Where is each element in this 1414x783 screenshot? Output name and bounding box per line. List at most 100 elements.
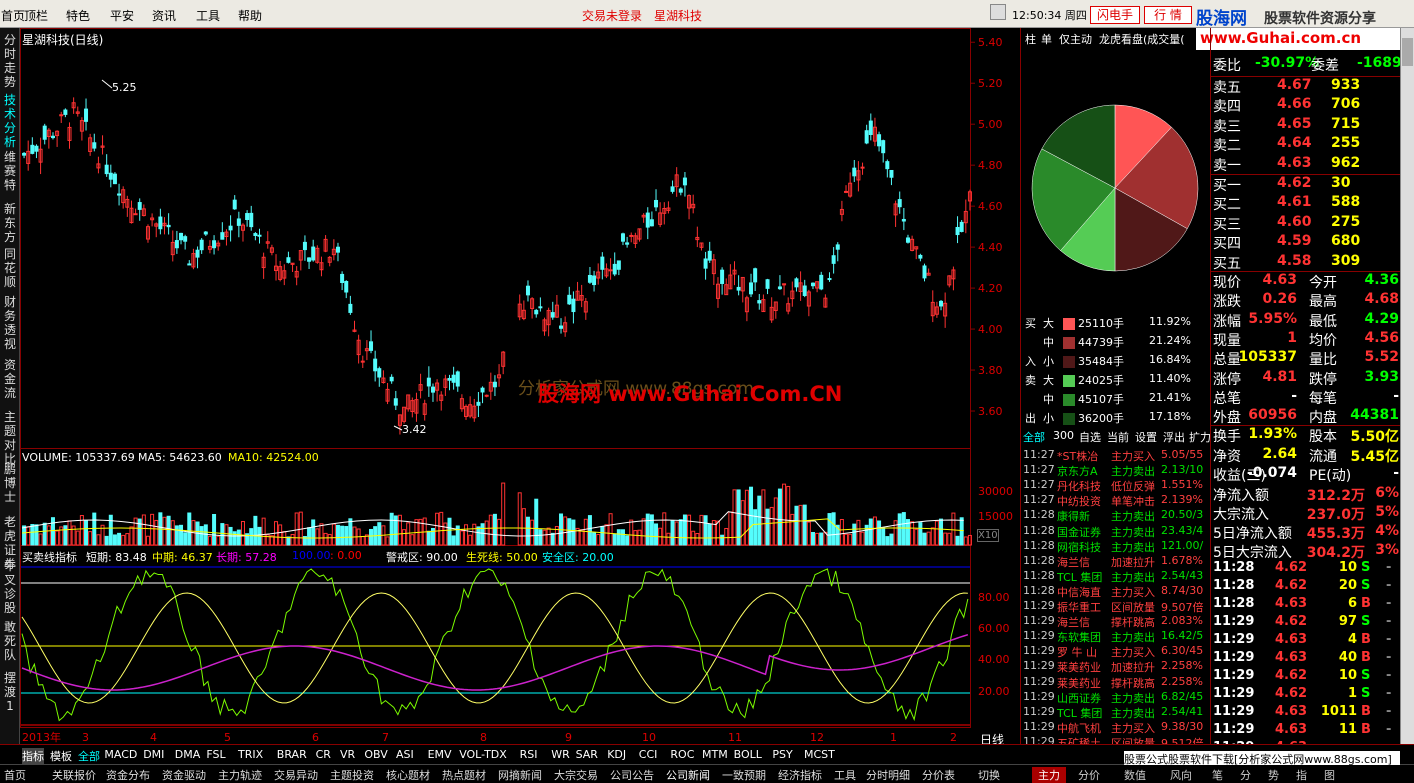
right-tab-1[interactable]: 分价: [1078, 767, 1100, 783]
right-tab-6[interactable]: 势: [1268, 767, 1279, 783]
left-tab-7[interactable]: 主题对比: [3, 410, 17, 466]
right-tab-2[interactable]: 数值: [1124, 767, 1146, 783]
bottom-tab-12[interactable]: 公司新闻: [666, 767, 710, 783]
left-tab-2[interactable]: 维赛特: [3, 150, 17, 192]
candle-body: [108, 172, 113, 180]
radar-tab-4[interactable]: 设置: [1135, 429, 1157, 445]
pie-tab-3[interactable]: 龙虎看盘(成交量(: [1099, 31, 1185, 47]
bottom-tab-11[interactable]: 公司公告: [610, 767, 654, 783]
bottom-tab-17[interactable]: 分价表: [922, 767, 955, 783]
indicator-tab-18[interactable]: KDJ: [607, 748, 626, 761]
indicator-tab-19[interactable]: CCI: [639, 748, 658, 761]
radar-stock: TCL 集团: [1057, 570, 1103, 584]
radar-tab-2[interactable]: 自选: [1079, 429, 1101, 445]
radar-tab-5[interactable]: 浮出: [1163, 429, 1185, 445]
indicator-tab-8[interactable]: BRAR: [277, 748, 307, 761]
menu-feature[interactable]: 特色: [66, 7, 90, 24]
indicator-tab-16[interactable]: WR: [551, 748, 570, 761]
bottom-tab-1[interactable]: 关联报价: [52, 767, 96, 783]
right-tab-0[interactable]: 主力: [1032, 767, 1066, 783]
indicator-tab-23[interactable]: PSY: [772, 748, 792, 761]
indicator-tab-5[interactable]: DMA: [175, 748, 201, 761]
left-tab-4[interactable]: 同花顺: [3, 247, 17, 289]
bottom-tab-15[interactable]: 工具: [834, 767, 856, 783]
bottom-tab-10[interactable]: 大宗交易: [554, 767, 598, 783]
right-tab-4[interactable]: 笔: [1212, 767, 1223, 783]
bottom-tab-6[interactable]: 主题投资: [330, 767, 374, 783]
left-tab-5[interactable]: 财务透视: [3, 295, 17, 351]
pie-tab-2[interactable]: 仅主动: [1059, 31, 1092, 47]
bottom-tab-3[interactable]: 资金驱动: [162, 767, 206, 783]
radar-tab-6[interactable]: 扩力: [1189, 429, 1211, 445]
indicator-tab-9[interactable]: CR: [316, 748, 331, 761]
right-tab-7[interactable]: 指: [1296, 767, 1307, 783]
pie-tab-0[interactable]: 柱: [1025, 31, 1036, 47]
bottom-tab-13[interactable]: 一致预期: [722, 767, 766, 783]
indicator-tab-24[interactable]: MCST: [804, 748, 835, 761]
menu-tools[interactable]: 工具: [196, 7, 220, 24]
menu-help[interactable]: 帮助: [238, 7, 262, 24]
indicator-tab-22[interactable]: BOLL: [734, 748, 762, 761]
indicator-tab-6[interactable]: FSL: [206, 748, 225, 761]
bottom-tab-14[interactable]: 经济指标: [778, 767, 822, 783]
indicator-tab-2[interactable]: 全部: [78, 748, 100, 764]
indicator-tab-12[interactable]: ASI: [396, 748, 414, 761]
indicator-tab-3[interactable]: MACD: [104, 748, 137, 761]
left-tab-12[interactable]: 摆渡1: [3, 671, 17, 713]
radar-stock: 京东方A: [1057, 465, 1098, 479]
flash-trade-button[interactable]: 闪电手: [1090, 6, 1140, 24]
quote-button[interactable]: 行 情: [1144, 6, 1192, 24]
radar-tab-3[interactable]: 当前: [1107, 429, 1129, 445]
indicator-tab-15[interactable]: RSI: [520, 748, 538, 761]
vertical-scrollbar[interactable]: [1400, 28, 1414, 744]
scroll-thumb[interactable]: [1402, 38, 1413, 66]
indicator-tab-14[interactable]: VOL-TDX: [459, 748, 507, 761]
radar-value: 2.54/43: [1161, 568, 1204, 582]
indicator-tab-10[interactable]: VR: [340, 748, 355, 761]
right-tab-3[interactable]: 风向: [1170, 767, 1192, 783]
right-tab-5[interactable]: 分: [1240, 767, 1251, 783]
left-tab-0[interactable]: 分时走势: [3, 33, 17, 89]
candle-body: [302, 241, 307, 251]
radar-action: 主力卖出: [1111, 525, 1155, 539]
left-tab-1[interactable]: 技术分析: [3, 93, 17, 149]
volume-bar: [369, 528, 374, 546]
menu-pingan[interactable]: 平安: [110, 7, 134, 24]
bottom-tab-16[interactable]: 分时明细: [866, 767, 910, 783]
indicator-tab-21[interactable]: MTM: [702, 748, 728, 761]
bottom-tab-18[interactable]: 切换: [978, 767, 1000, 783]
right-tab-8[interactable]: 图: [1324, 767, 1335, 783]
menu-topbar[interactable]: 顶栏: [24, 7, 48, 24]
left-tab-3[interactable]: 新东方: [3, 202, 17, 244]
indicator-tab-11[interactable]: OBV: [364, 748, 387, 761]
bottom-tab-9[interactable]: 网摘新闻: [498, 767, 542, 783]
indicator-tab-0[interactable]: 指标: [22, 748, 44, 764]
kline-chart-area[interactable]: 5.40 5.20 5.00 4.80 4.60 4.40 4.20 4.00 3.80 3.60…: [20, 28, 1020, 747]
bottom-tab-4[interactable]: 主力轨迹: [218, 767, 262, 783]
bottom-tab-2[interactable]: 资金分布: [106, 767, 150, 783]
indicator-tab-7[interactable]: TRIX: [238, 748, 263, 761]
indicator-tab-13[interactable]: EMV: [428, 748, 452, 761]
left-tab-10[interactable]: 牛叉诊股: [3, 559, 17, 615]
bottom-tab-0[interactable]: 首页: [4, 767, 26, 783]
radar-tab-0[interactable]: 全部: [1023, 429, 1045, 445]
radar-tab-1[interactable]: 300: [1053, 429, 1074, 442]
tick-side: B: [1361, 632, 1371, 647]
left-tab-11[interactable]: 敢死队: [3, 620, 17, 662]
menu-news[interactable]: 资讯: [152, 7, 176, 24]
left-tab-8[interactable]: 鹏博士: [3, 462, 17, 504]
indicator-tab-20[interactable]: ROC: [670, 748, 694, 761]
left-tab-6[interactable]: 资金流: [3, 358, 17, 400]
indicator-tab-4[interactable]: DMI: [143, 748, 164, 761]
indicator-tab-17[interactable]: SAR: [576, 748, 598, 761]
trade-login-status[interactable]: 交易未登录: [582, 7, 642, 24]
menu-home[interactable]: 首页: [1, 7, 25, 24]
pie-tab-1[interactable]: 单: [1041, 31, 1052, 47]
candle-body: [360, 360, 365, 363]
indicator-tab-1[interactable]: 模板: [50, 748, 72, 764]
bottom-tab-5[interactable]: 交易异动: [274, 767, 318, 783]
bottom-tab-7[interactable]: 核心题材: [386, 767, 430, 783]
bottom-tab-8[interactable]: 热点题材: [442, 767, 486, 783]
minimize-button[interactable]: [990, 4, 1006, 20]
candle-body: [451, 374, 456, 383]
